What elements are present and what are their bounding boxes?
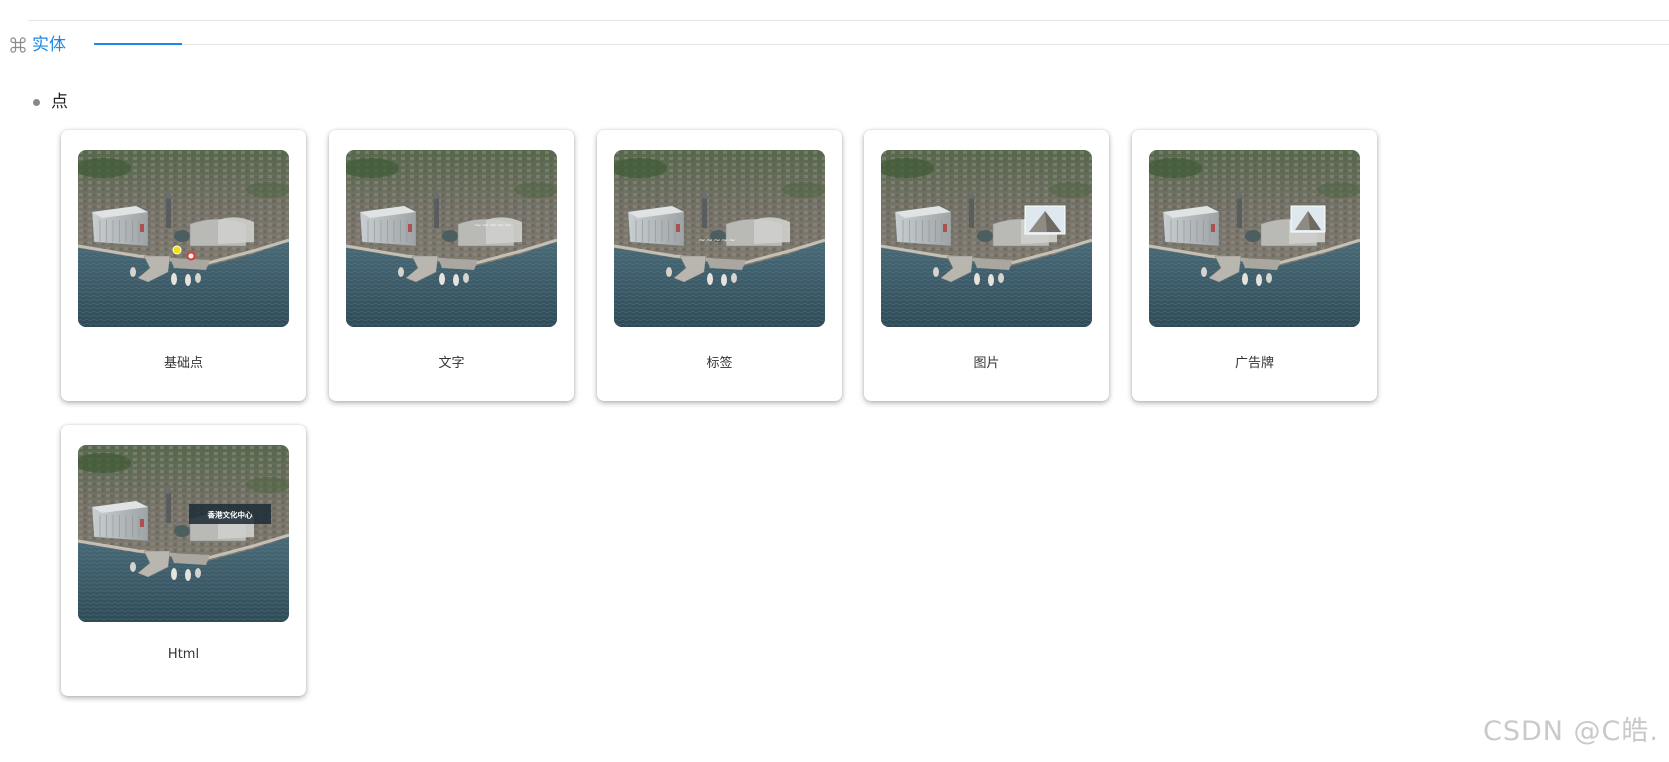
card-thumbnail: ~~~~~ — [346, 150, 557, 327]
card-label: 广告牌 — [1234, 356, 1274, 371]
top-divider — [28, 20, 1669, 21]
section-divider — [94, 44, 1669, 45]
example-card-billboard[interactable]: 广告牌 — [1132, 130, 1377, 401]
card-label: 标签 — [706, 356, 733, 371]
card-thumbnail — [1149, 150, 1360, 327]
example-card-html[interactable]: 香港文化中心 Html — [61, 425, 306, 696]
section-underline — [94, 43, 182, 45]
map-thumbnail — [78, 150, 289, 327]
map-thumbnail — [1149, 150, 1360, 327]
card-label: 文字 — [438, 356, 465, 371]
html-popup-label: 香港文化中心 — [207, 510, 253, 520]
command-icon — [9, 36, 27, 54]
card-thumbnail — [78, 150, 289, 327]
group-heading: 点 — [33, 90, 68, 114]
card-thumbnail: ~~~~~ — [614, 150, 825, 327]
svg-text:~~~~~: ~~~~~ — [698, 236, 736, 246]
section-title[interactable]: 实体 — [32, 32, 66, 58]
section-header: 实体 — [9, 32, 66, 58]
bullet-icon — [33, 98, 40, 106]
map-thumbnail: 香港文化中心 — [78, 445, 289, 622]
card-thumbnail: 香港文化中心 — [78, 445, 289, 622]
card-thumbnail — [881, 150, 1092, 327]
example-card-points[interactable]: 基础点 — [61, 130, 306, 401]
example-card-image[interactable]: 图片 — [864, 130, 1109, 401]
example-card-text[interactable]: ~~~~~ 文字 — [329, 130, 574, 401]
card-label: 图片 — [973, 356, 1000, 371]
card-label: 基础点 — [163, 356, 203, 371]
map-thumbnail — [881, 150, 1092, 327]
example-card-label[interactable]: ~~~~~ 标签 — [597, 130, 842, 401]
watermark: CSDN @C皓. — [1483, 716, 1659, 747]
card-label: Html — [167, 647, 200, 662]
map-thumbnail: ~~~~~ — [346, 150, 557, 327]
map-thumbnail: ~~~~~ — [614, 150, 825, 327]
group-label: 点 — [51, 92, 68, 112]
svg-text:~~~~~: ~~~~~ — [474, 221, 512, 231]
